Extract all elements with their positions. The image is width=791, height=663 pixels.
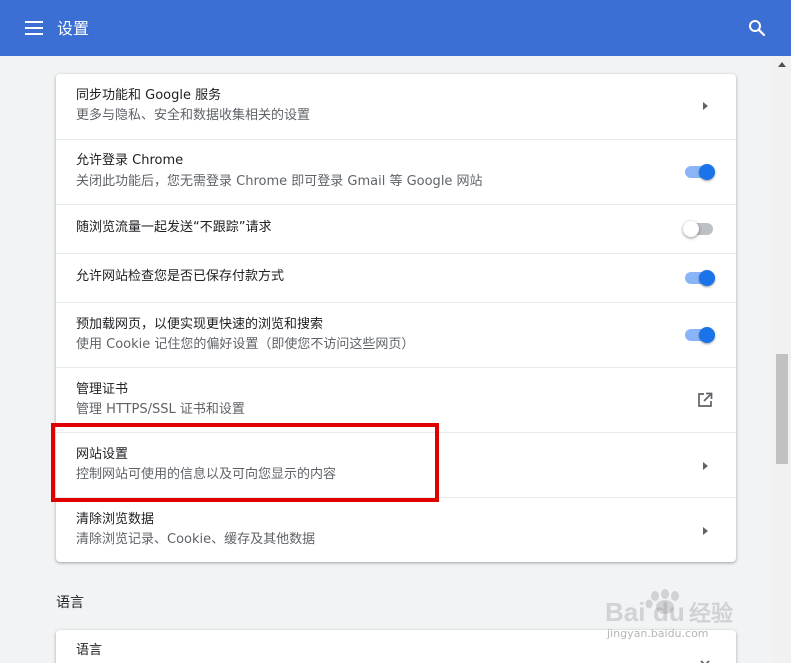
- row-subtitle: 关闭此功能后，您无需登录 Chrome 即可登录 Gmail 等 Google …: [76, 174, 483, 189]
- row-title: 允许登录 Chrome: [76, 153, 184, 168]
- manage-certificates-row[interactable]: 管理证书 管理 HTTPS/SSL 证书和设置: [56, 367, 736, 432]
- row-subtitle: 清除浏览记录、Cookie、缓存及其他数据: [76, 532, 316, 547]
- search-icon[interactable]: [748, 19, 766, 37]
- svg-text:经验: 经验: [689, 601, 733, 627]
- row-title: 随浏览流量一起发送“不跟踪”请求: [76, 220, 272, 235]
- scroll-up-arrow-icon[interactable]: [778, 62, 786, 67]
- clear-browsing-data-row[interactable]: 清除浏览数据 清除浏览记录、Cookie、缓存及其他数据: [56, 497, 736, 562]
- site-settings-row[interactable]: 网站设置 控制网站可使用的信息以及可向您显示的内容: [56, 432, 736, 497]
- row-title: 管理证书: [76, 382, 129, 397]
- languages-section-title: 语言: [56, 595, 84, 611]
- preload-pages-toggle[interactable]: [683, 325, 717, 345]
- baidu-watermark-logo: Bai du 经验: [605, 589, 733, 627]
- scrollbar-thumb[interactable]: [776, 354, 788, 464]
- privacy-settings-card: 同步功能和 Google 服务 更多与隐私、安全和数据收集相关的设置 允许登录 …: [56, 74, 736, 562]
- row-title: 语言: [76, 643, 103, 658]
- payment-methods-toggle[interactable]: [683, 268, 717, 288]
- page-title: 设置: [57, 19, 90, 38]
- row-subtitle: 更多与隐私、安全和数据收集相关的设置: [76, 108, 311, 123]
- row-title: 网站设置: [76, 447, 129, 462]
- chevron-right-icon[interactable]: [703, 527, 708, 535]
- row-subtitle: 使用 Cookie 记住您的偏好设置（即使您不访问这些网页）: [76, 337, 415, 352]
- svg-text:du: du: [653, 597, 685, 627]
- watermark-url: jingyan.baidu.com: [607, 627, 709, 640]
- do-not-track-toggle[interactable]: [683, 219, 717, 239]
- do-not-track-row[interactable]: 随浏览流量一起发送“不跟踪”请求: [56, 204, 736, 253]
- row-title: 预加载网页，以便实现更快速的浏览和搜索: [76, 317, 324, 332]
- settings-toolbar: 设置: [0, 0, 791, 56]
- open-in-new-icon[interactable]: [697, 392, 713, 408]
- preload-pages-row[interactable]: 预加载网页，以便实现更快速的浏览和搜索 使用 Cookie 记住您的偏好设置（即…: [56, 302, 736, 367]
- row-title: 清除浏览数据: [76, 512, 155, 527]
- allow-chrome-signin-row[interactable]: 允许登录 Chrome 关闭此功能后，您无需登录 Chrome 即可登录 Gma…: [56, 139, 736, 204]
- chevron-right-icon[interactable]: [703, 102, 708, 110]
- menu-icon[interactable]: [25, 21, 43, 35]
- svg-text:Bai: Bai: [605, 597, 645, 627]
- row-subtitle: 控制网站可使用的信息以及可向您显示的内容: [76, 467, 337, 482]
- payment-methods-row[interactable]: 允许网站检查您是否已保存付款方式: [56, 253, 736, 302]
- allow-signin-toggle[interactable]: [683, 162, 717, 182]
- sync-google-services-row[interactable]: 同步功能和 Google 服务 更多与隐私、安全和数据收集相关的设置: [56, 74, 736, 139]
- row-title: 同步功能和 Google 服务: [76, 88, 222, 103]
- row-subtitle: 管理 HTTPS/SSL 证书和设置: [76, 402, 245, 417]
- row-title: 允许网站检查您是否已保存付款方式: [76, 269, 285, 284]
- chevron-right-icon[interactable]: [703, 462, 708, 470]
- page-scrollbar[interactable]: [773, 56, 791, 663]
